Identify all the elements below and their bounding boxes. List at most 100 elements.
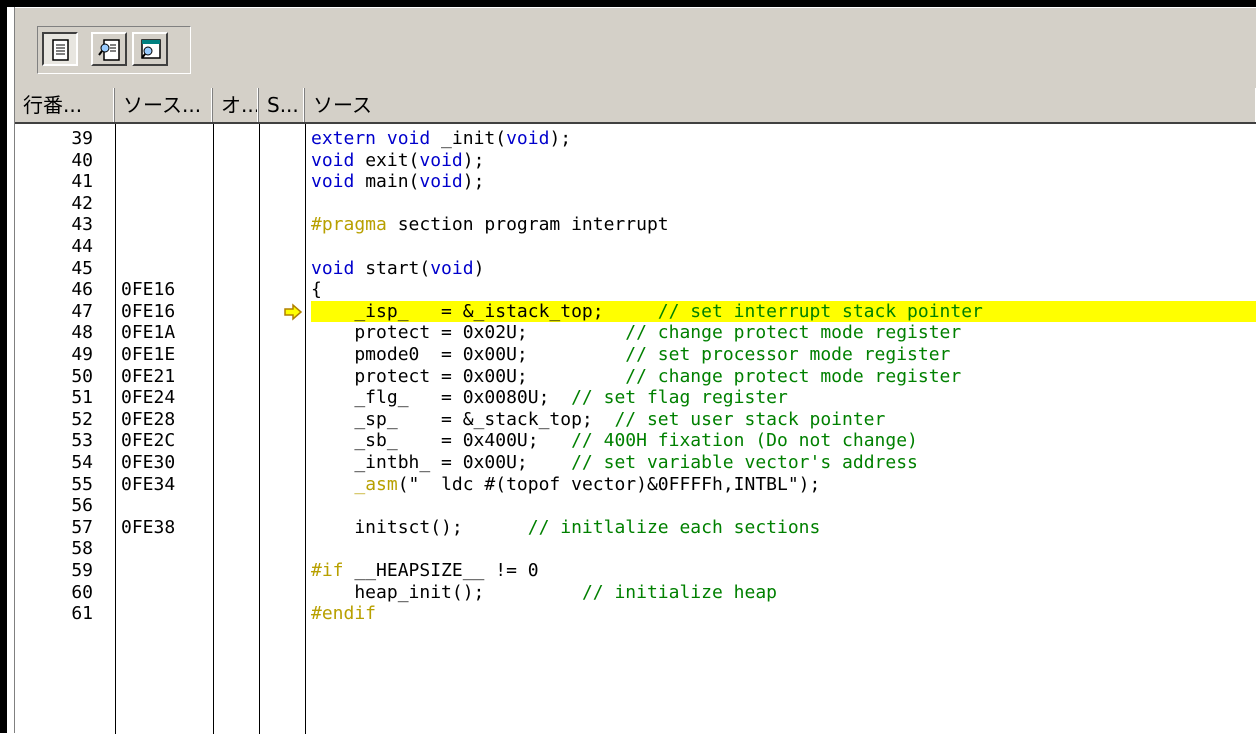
line-number: 54 [71,452,93,473]
table-row[interactable]: 56 [15,495,1256,517]
source-code: extern void _init(void); [311,128,1256,150]
col-line-number[interactable]: 行番... [15,88,115,122]
code-comment: // initlalize each sections [527,516,821,538]
mixed-view-button[interactable] [91,32,127,66]
code-comment: // set flag register [571,387,788,409]
table-row[interactable]: 44 [15,236,1256,258]
source-code: _intbh_ = 0x00U; // set variable vector'… [311,452,1256,474]
col-event[interactable]: オ... [213,88,259,122]
code-comment: // set processor mode register [625,344,951,365]
code-text: main( [354,171,420,193]
line-number: 53 [71,430,93,452]
source-code: protect = 0x02U; // change protect mode … [311,322,1256,344]
source-address: 0FE16 [121,279,176,301]
table-row[interactable]: 50 0FE21 protect = 0x00U; // change prote… [15,366,1256,388]
code-text: _intbh_ = 0x00U; [311,452,572,473]
line-number: 47 [71,300,93,322]
source-code: _sb_ = 0x400U; // 400H fixation (Do not … [311,430,1256,452]
code-text: __HEAPSIZE__ != 0 [343,560,539,581]
table-row[interactable]: 49 0FE1E pmode0 = 0x00U; // set processor… [15,344,1256,366]
code-text: _flg_ = 0x0080U; [311,387,572,409]
line-number: 42 [71,192,93,214]
code-comment: // change protect mode register [625,365,962,387]
table-row[interactable]: 53 0FE2C _sb_ = 0x400U; // 400H fixation … [15,430,1256,452]
source-address: 0FE24 [121,387,176,409]
code-text: (" ldc #(topof vector)&0FFFFh,INTBL"); [397,473,821,495]
code-keyword: void [311,257,355,279]
code-directive: #if [311,560,344,581]
code-text: start( [354,257,431,279]
table-row[interactable]: 45 void start(void) [15,258,1256,280]
source-address: 0FE1A [121,322,176,344]
line-number: 52 [71,408,93,430]
code-text: pmode0 = 0x00U; [311,344,626,365]
table-row[interactable]: 39 extern void _init(void); [15,128,1256,150]
code-text: ); [549,128,572,149]
source-address: 0FE2C [121,430,176,452]
table-row[interactable]: 54 0FE30 _intbh_ = 0x00U; // set variable… [15,452,1256,474]
code-directive: #pragma [311,214,387,236]
column-header: 行番... ソース... オ... S... ソース [15,88,1256,124]
line-number: 39 [71,128,93,149]
col-source[interactable]: ソース [305,88,1256,122]
code-text: ) [473,257,485,279]
code-text: protect = 0x00U; [311,365,626,387]
line-number: 44 [71,236,93,257]
table-row[interactable]: 59 #if __HEAPSIZE__ != 0 [15,560,1256,582]
table-row[interactable]: 61 #endif [15,603,1256,625]
code-directive: #endif [311,603,377,625]
line-number: 49 [71,344,93,365]
table-row[interactable]: 60 heap_init(); // initialize heap [15,582,1256,604]
table-row[interactable]: 43 #pragma section program interrupt [15,214,1256,236]
source-code: void exit(void); [311,150,1256,172]
table-row[interactable]: 40 void exit(void); [15,150,1256,172]
col-status[interactable]: S... [259,88,305,122]
line-number: 50 [71,365,93,387]
code-keyword: void [419,149,463,171]
line-number: 46 [71,279,93,301]
outer-frame-left [0,0,7,733]
line-number: 51 [71,387,93,409]
code-keyword: void [430,257,474,279]
table-row[interactable]: 51 0FE24 _flg_ = 0x0080U; // set flag reg… [15,387,1256,409]
table-row[interactable]: 47 0FE16 _isp_ = &_istack_top; // set int… [15,300,1256,323]
source-code: pmode0 = 0x00U; // set processor mode re… [311,344,1256,366]
code-keyword: extern void [311,128,431,149]
code-text: protect = 0x02U; [311,322,626,344]
code-comment: // 400H fixation (Do not change) [571,430,918,452]
code-keyword: void [311,171,355,193]
source-code: void main(void); [311,171,1256,193]
outer-frame-top [0,0,1256,7]
line-number: 57 [71,516,93,538]
source-address: 0FE34 [121,473,176,495]
table-row[interactable]: 55 0FE34 _asm(" ldc #(topof vector)&0FFFF… [15,474,1256,496]
code-comment: // set variable vector's address [571,452,918,473]
source-code: #if __HEAPSIZE__ != 0 [311,560,1256,582]
source-code: { [311,279,1256,301]
line-number: 61 [71,603,93,625]
source-address: 0FE38 [121,516,176,538]
code-keyword: void [419,171,463,193]
table-row[interactable]: 46 0FE16 { [15,279,1256,301]
table-row[interactable]: 58 [15,538,1256,560]
source-address: 0FE21 [121,365,176,387]
code-comment: // initialize heap [581,581,778,603]
disassembly-view-button[interactable] [132,32,168,66]
code-keyword: void [311,149,355,171]
table-row[interactable]: 42 [15,193,1256,215]
code-directive: _asm [354,473,398,495]
table-row[interactable]: 41 void main(void); [15,171,1256,193]
source-grid[interactable]: 39 extern void _init(void); 40 void exit(vo… [15,124,1256,734]
line-number: 56 [71,495,93,517]
code-text: _sp_ = &_stack_top; [311,408,615,430]
code-text: _sb_ = 0x400U; [311,430,572,452]
table-row[interactable]: 48 0FE1A protect = 0x02U; // change prote… [15,322,1256,344]
source-view-button[interactable] [42,32,78,66]
table-row[interactable]: 52 0FE28 _sp_ = &_stack_top; // set user … [15,409,1256,431]
col-source-address[interactable]: ソース... [115,88,213,122]
source-address: 0FE1E [121,344,176,365]
table-row[interactable]: 57 0FE38 initsct(); // initlalize each se… [15,517,1256,539]
code-text: ); [462,171,485,193]
line-number: 41 [71,171,93,193]
code-keyword: void [506,128,550,149]
